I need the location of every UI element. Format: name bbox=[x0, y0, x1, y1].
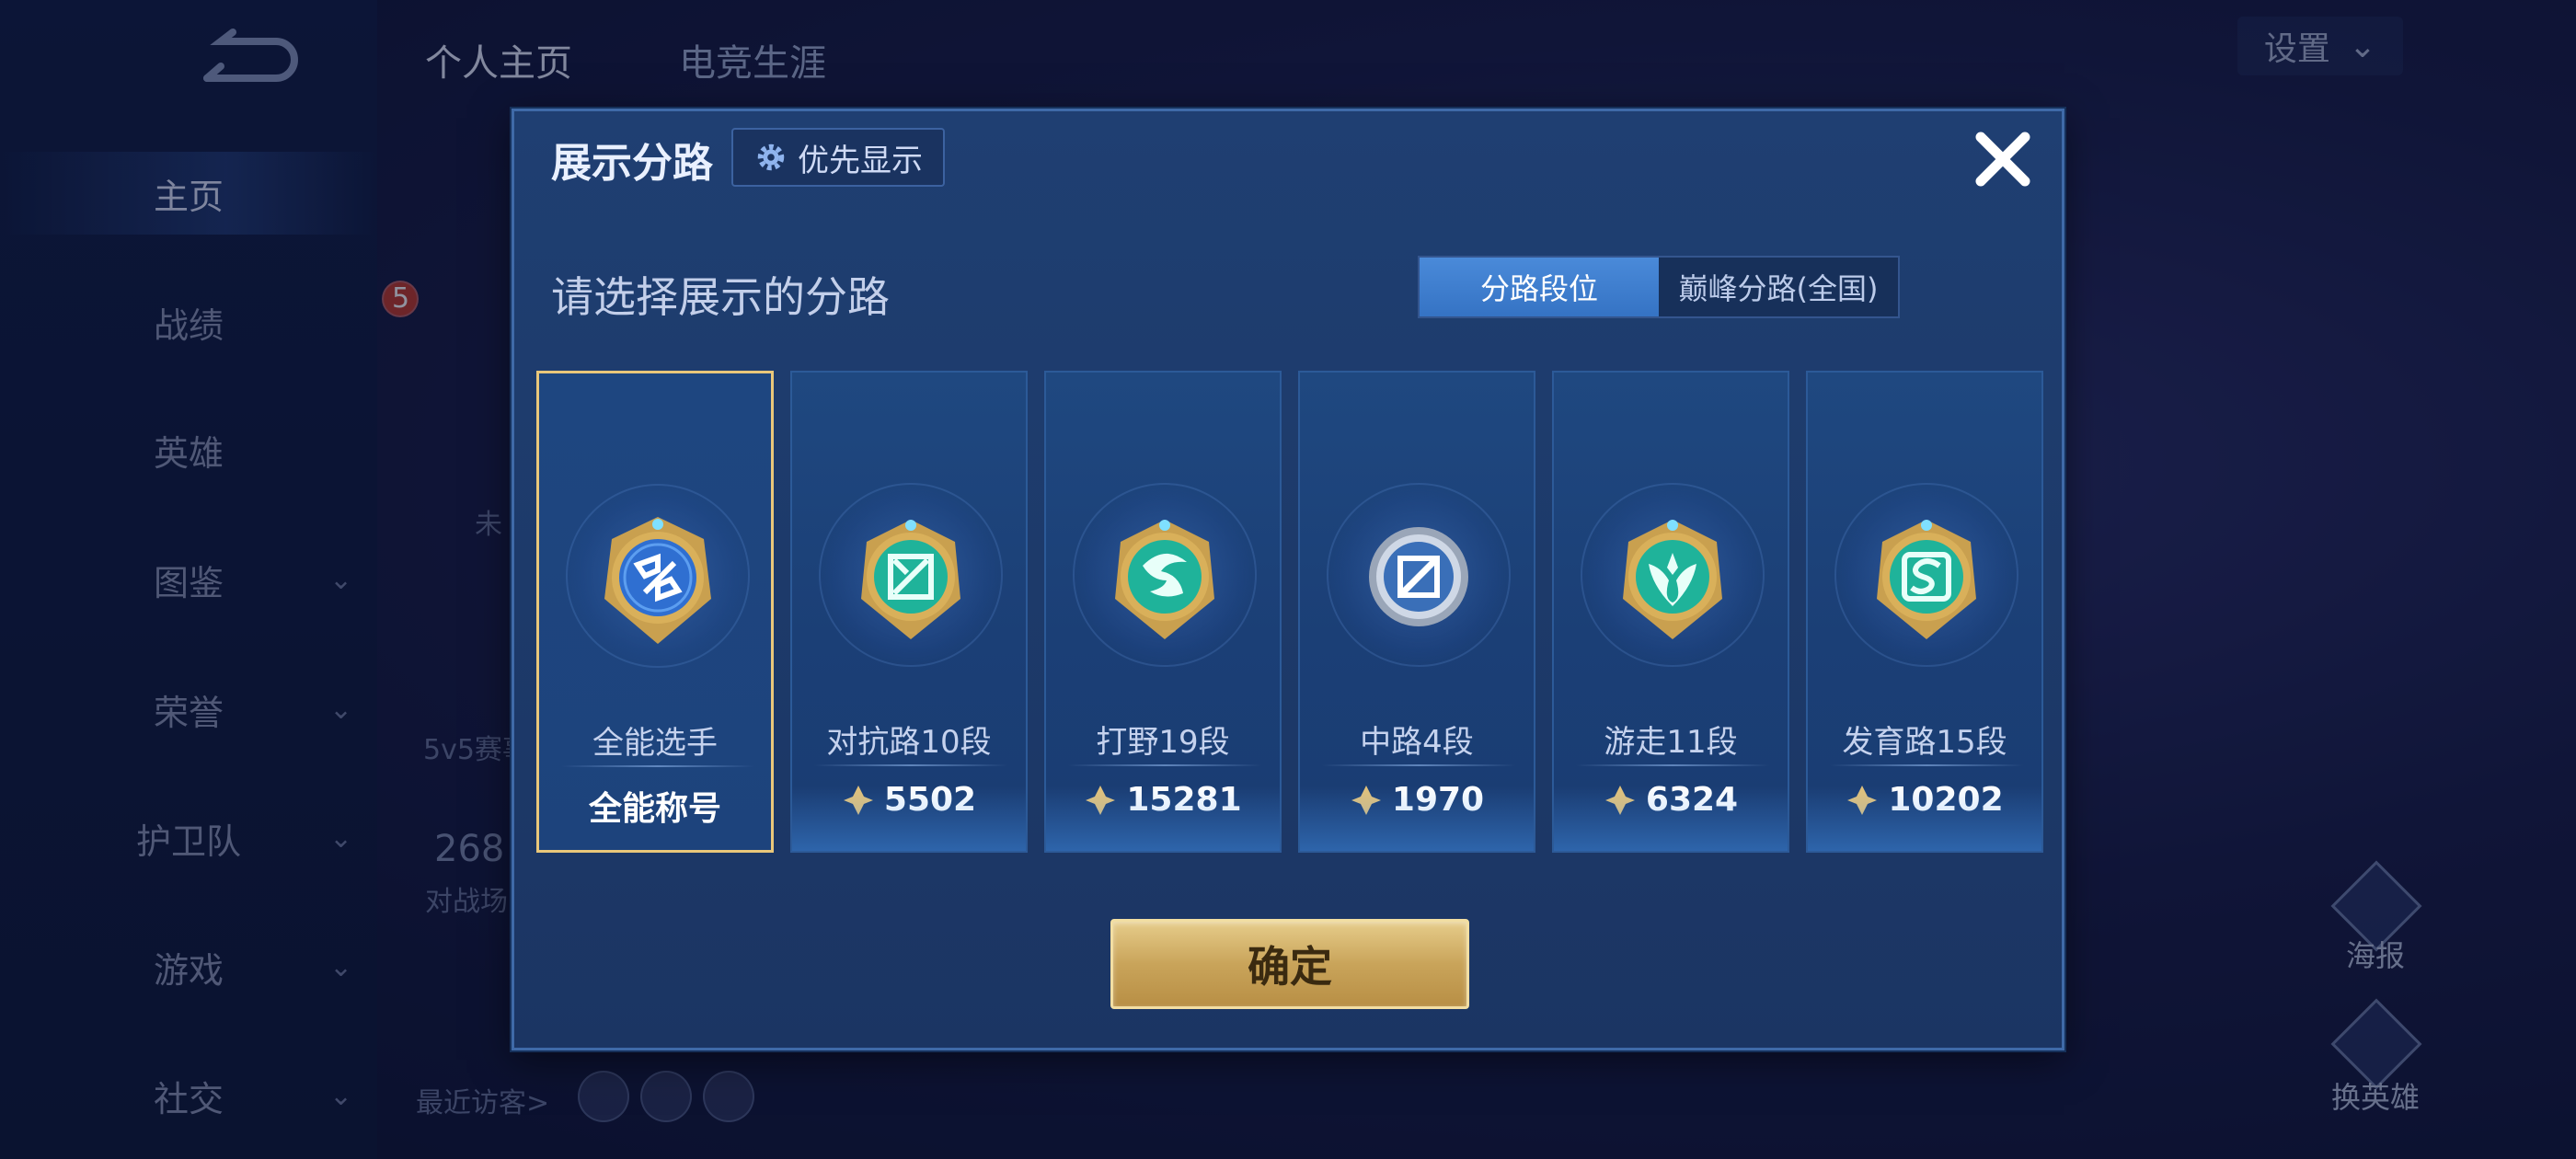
close-icon[interactable] bbox=[1968, 124, 2038, 194]
lane-name: 中路4段 bbox=[1360, 724, 1474, 761]
tab-lane-rank[interactable]: 分路段位 bbox=[1420, 258, 1659, 316]
roam-badge-icon bbox=[1623, 520, 1722, 639]
dialog-title: 展示分路 bbox=[551, 140, 713, 187]
lane-name: 游走11段 bbox=[1604, 724, 1738, 761]
lane-card-clash[interactable]: 对抗路10段 5502 bbox=[790, 371, 1028, 853]
jungle-badge-icon bbox=[1115, 520, 1214, 639]
tab-peak-lane[interactable]: 巅峰分路(全国) bbox=[1659, 258, 1898, 316]
lane-display-dialog: 展示分路 优先显示 请选择展示的分路 分路段位 巅峰分路(全国) 全能选手 全能… bbox=[512, 109, 2064, 1050]
clash-lane-badge-icon bbox=[861, 520, 960, 639]
lane-card-all-round[interactable]: 全能选手 全能称号 bbox=[536, 371, 774, 853]
farm-lane-badge-icon bbox=[1877, 520, 1976, 639]
lane-name: 打野19段 bbox=[1096, 724, 1230, 761]
lane-name: 发育路15段 bbox=[1842, 724, 2007, 761]
dialog-subtitle: 请选择展示的分路 bbox=[551, 272, 890, 322]
lane-type-toggle: 分路段位 巅峰分路(全国) bbox=[1418, 256, 1900, 318]
lane-name: 全能选手 bbox=[592, 725, 718, 762]
lane-card-farm[interactable]: 发育路15段 10202 bbox=[1806, 371, 2043, 853]
confirm-button[interactable]: 确定 bbox=[1110, 919, 1469, 1009]
lane-name: 对抗路10段 bbox=[826, 724, 992, 761]
gear-icon bbox=[757, 143, 785, 171]
lane-card-mid[interactable]: 中路4段 1970 bbox=[1298, 371, 1535, 853]
all-round-badge-icon bbox=[604, 517, 711, 644]
mid-lane-badge-icon bbox=[1369, 527, 1468, 626]
lane-card-list: 全能选手 全能称号 对抗路10段 5502 bbox=[536, 371, 2045, 858]
lane-card-jungle[interactable]: 打野19段 15281 bbox=[1044, 371, 1282, 853]
lane-title: 全能称号 bbox=[588, 790, 721, 828]
priority-display-button[interactable]: 优先显示 bbox=[731, 128, 945, 187]
lane-card-roam[interactable]: 游走11段 6324 bbox=[1552, 371, 1789, 853]
